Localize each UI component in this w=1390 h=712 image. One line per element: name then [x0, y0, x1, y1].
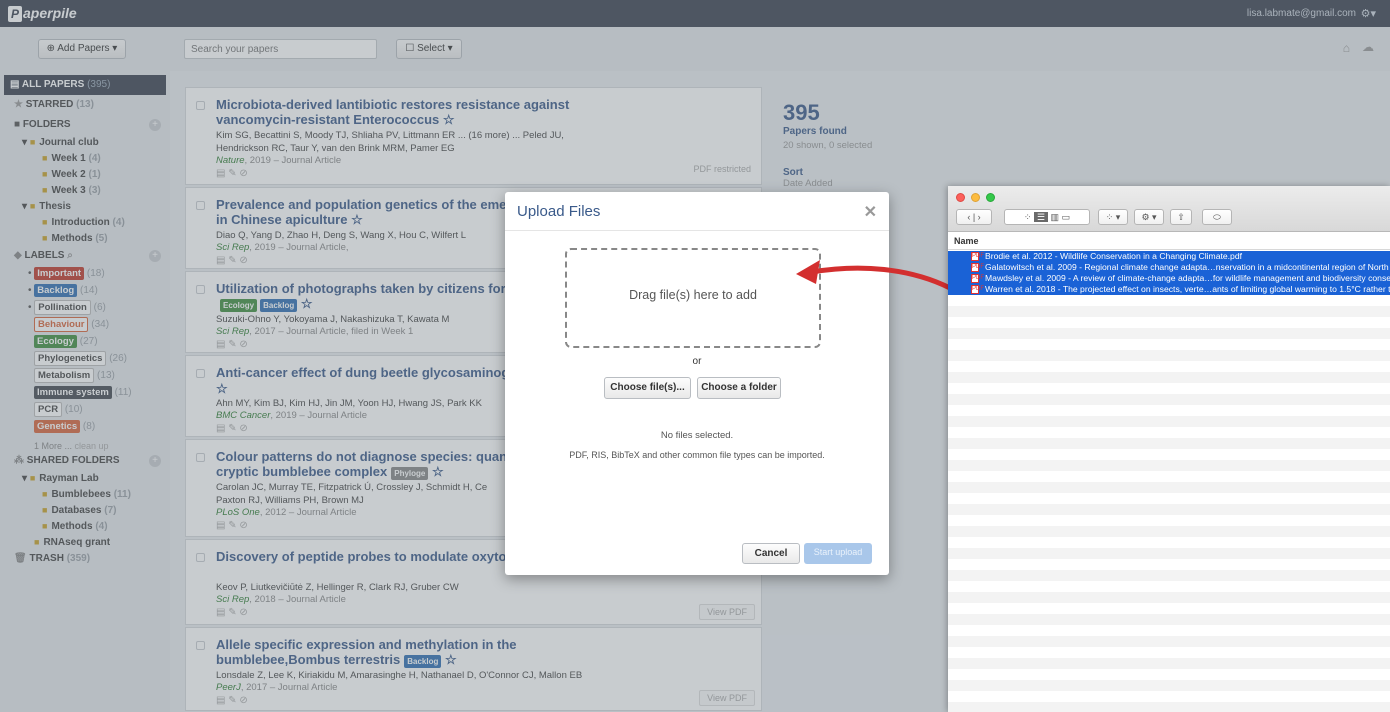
close-window-button[interactable]: [956, 193, 965, 202]
chevron-right-icon[interactable]: ›: [978, 212, 981, 222]
group-button[interactable]: ⁘ ▾: [1098, 209, 1128, 225]
file-name: Mawdsley et al. 2009 - A review of clima…: [985, 273, 1390, 283]
file-row[interactable]: [948, 295, 1390, 306]
file-row[interactable]: [948, 405, 1390, 416]
file-row[interactable]: [948, 581, 1390, 592]
file-row[interactable]: PDF Mawdsley et al. 2009 - A review of cl…: [948, 273, 1390, 284]
file-row[interactable]: [948, 537, 1390, 548]
file-row[interactable]: [948, 317, 1390, 328]
start-upload-button[interactable]: Start upload: [804, 543, 872, 564]
finder-titlebar: ‹ | › ⁘ ☰ ▥ ▭ ⁘ ▾ ⚙ ▾ ⇧ ⬭: [948, 186, 1390, 232]
back-forward-buttons[interactable]: ‹ | ›: [956, 209, 992, 225]
dialog-divider: [505, 230, 889, 231]
file-row[interactable]: [948, 361, 1390, 372]
file-row[interactable]: [948, 438, 1390, 449]
file-row[interactable]: [948, 592, 1390, 603]
file-row[interactable]: [948, 548, 1390, 559]
file-row[interactable]: [948, 328, 1390, 339]
file-row[interactable]: [948, 306, 1390, 317]
finder-file-list: PDF Brodie et al. 2012 - Wildlife Conserv…: [948, 251, 1390, 712]
file-row[interactable]: PDF Galatowitsch et al. 2009 - Regional c…: [948, 262, 1390, 273]
arrow-head: [796, 260, 820, 284]
file-row[interactable]: [948, 449, 1390, 460]
file-row[interactable]: [948, 416, 1390, 427]
action-gear-button[interactable]: ⚙ ▾: [1134, 209, 1164, 225]
arrow-shaft: [809, 265, 953, 291]
dialog-title: Upload Files: [517, 203, 601, 220]
file-row[interactable]: [948, 636, 1390, 647]
supported-types-note: PDF, RIS, BibTeX and other common file t…: [569, 450, 825, 460]
file-name: Warren et al. 2018 - The projected effec…: [985, 284, 1390, 294]
file-row[interactable]: [948, 394, 1390, 405]
file-row[interactable]: [948, 526, 1390, 537]
zoom-window-button[interactable]: [986, 193, 995, 202]
file-row[interactable]: [948, 460, 1390, 471]
view-mode-buttons[interactable]: ⁘ ☰ ▥ ▭: [1004, 209, 1090, 225]
or-text: or: [692, 356, 702, 367]
share-icon[interactable]: ⇧: [1170, 209, 1192, 225]
file-row[interactable]: [948, 570, 1390, 581]
column-view-icon[interactable]: ▥: [1051, 212, 1060, 222]
choose-folder-button[interactable]: Choose a folder: [697, 377, 781, 399]
file-row[interactable]: [948, 372, 1390, 383]
chevron-left-icon[interactable]: ‹: [967, 212, 970, 222]
pdf-file-icon: PDF: [971, 285, 984, 294]
minimize-window-button[interactable]: [971, 193, 980, 202]
finder-column-header[interactable]: Name: [948, 233, 1390, 250]
pdf-file-icon: PDF: [971, 274, 984, 283]
file-row[interactable]: [948, 559, 1390, 570]
file-row[interactable]: [948, 471, 1390, 482]
close-icon[interactable]: ✕: [864, 202, 877, 222]
file-row[interactable]: [948, 614, 1390, 625]
no-files-status: No files selected.: [660, 430, 734, 441]
file-row[interactable]: PDF Brodie et al. 2012 - Wildlife Conserv…: [948, 251, 1390, 262]
file-row[interactable]: [948, 625, 1390, 636]
file-row[interactable]: [948, 669, 1390, 680]
file-row[interactable]: [948, 515, 1390, 526]
cancel-button[interactable]: Cancel: [742, 543, 800, 564]
file-row[interactable]: PDF Warren et al. 2018 - The projected ef…: [948, 284, 1390, 295]
file-row[interactable]: [948, 658, 1390, 669]
file-row[interactable]: [948, 383, 1390, 394]
choose-files-button[interactable]: Choose file(s)...: [604, 377, 691, 399]
file-name: Galatowitsch et al. 2009 - Regional clim…: [985, 262, 1390, 272]
file-row[interactable]: [948, 493, 1390, 504]
file-row[interactable]: [948, 680, 1390, 691]
file-row[interactable]: [948, 647, 1390, 658]
file-row[interactable]: [948, 339, 1390, 350]
gallery-view-icon[interactable]: ▭: [1062, 212, 1071, 222]
file-drop-zone[interactable]: Drag file(s) here to add: [565, 248, 821, 348]
finder-window: ‹ | › ⁘ ☰ ▥ ▭ ⁘ ▾ ⚙ ▾ ⇧ ⬭ Name PDF Brodie…: [948, 186, 1390, 712]
file-row[interactable]: [948, 482, 1390, 493]
pdf-file-icon: PDF: [971, 252, 984, 261]
list-view-icon[interactable]: ☰: [1033, 212, 1049, 222]
file-row[interactable]: [948, 603, 1390, 614]
file-name: Brodie et al. 2012 - Wildlife Conservati…: [985, 251, 1242, 261]
file-row[interactable]: [948, 350, 1390, 361]
drop-zone-text: Drag file(s) here to add: [629, 288, 757, 302]
file-row[interactable]: [948, 427, 1390, 438]
file-row[interactable]: [948, 504, 1390, 515]
pdf-file-icon: PDF: [971, 263, 984, 272]
tag-button[interactable]: ⬭: [1202, 209, 1232, 225]
icon-view-icon[interactable]: ⁘: [1024, 212, 1032, 222]
file-row[interactable]: [948, 702, 1390, 712]
file-row[interactable]: [948, 691, 1390, 702]
